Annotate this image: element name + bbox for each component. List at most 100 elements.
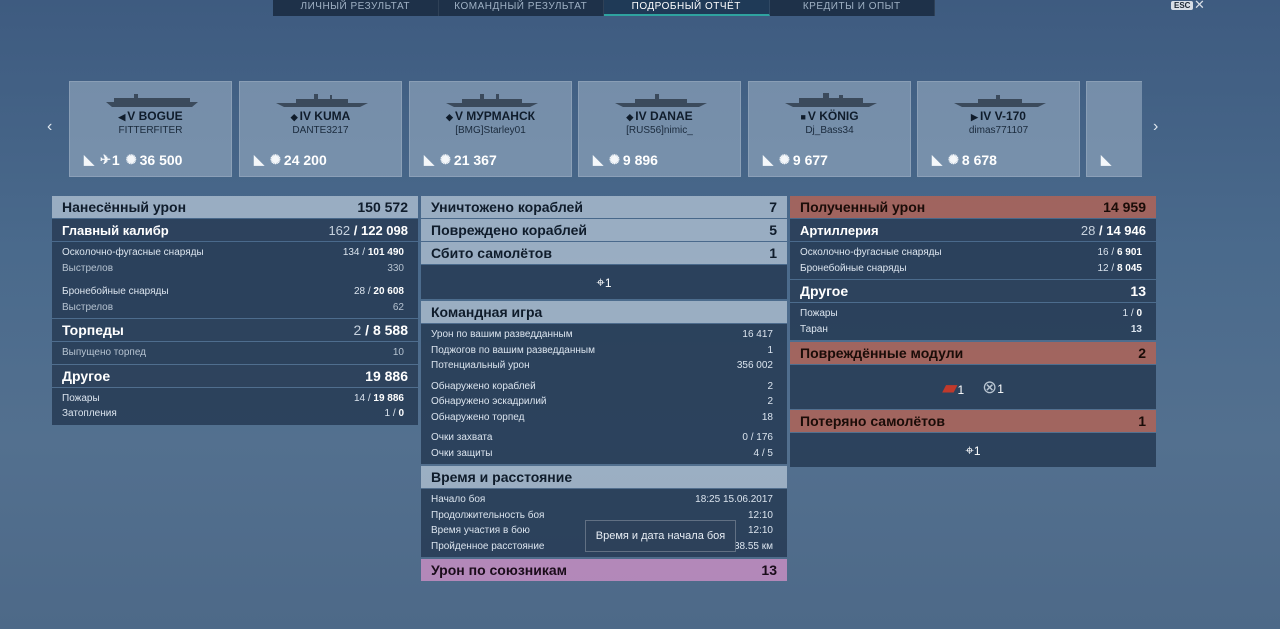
artillery-hits: 28	[1080, 222, 1096, 238]
sunk-ship-icon: ◣	[84, 152, 94, 167]
ship-card[interactable]: ■ V KÖNIG Dj_Bass34 ◣ ✺ 9 677	[748, 81, 911, 177]
artillery-damage: 14 946	[1106, 222, 1146, 238]
flooding-damage: 0	[398, 408, 404, 419]
damage-burst-icon: ✺	[125, 152, 137, 167]
he-shells-label: Осколочно-фугасные снаряды	[62, 247, 204, 258]
battle-start-row[interactable]: Начало боя 18:25 15.06.2017	[431, 492, 773, 508]
defense-points: 4 / 5	[753, 447, 773, 459]
steering-module-count: 1	[997, 381, 1004, 396]
ship-card[interactable]: ◆ IV KUMA DANTE3217 ◣ ✺ 24 200	[239, 81, 402, 177]
received-other: 13	[1130, 283, 1146, 299]
received-he-label: Осколочно-фугасные снаряды	[800, 247, 942, 258]
distance: 38.55 км	[733, 540, 773, 552]
ship-damage: 24 200	[283, 152, 327, 168]
ship-silhouette-icon	[106, 94, 198, 107]
planes-lost: 1	[1138, 413, 1146, 429]
ap-hits: 28	[353, 286, 366, 297]
player-name: FITTERFITER	[118, 125, 183, 136]
torpedoes-spotted-label: Обнаружено торпед	[431, 411, 525, 423]
sunk-ship-icon: ◣	[254, 152, 264, 167]
ap-shots-label: Выстрелов	[62, 301, 114, 313]
ship-silhouette-icon	[615, 94, 707, 107]
main-battery-label: Главный калибр	[62, 222, 169, 238]
ship-card[interactable]: ◣	[1086, 81, 1142, 177]
fires-count: 14	[353, 392, 366, 404]
other-dealt-damage: 19 886	[365, 367, 408, 384]
tab-detailed-report[interactable]: ПОДРОБНЫЙ ОТЧЁТ	[604, 0, 770, 16]
fires-damage: 19 886	[373, 392, 404, 404]
sunk-ship-icon: ◣	[424, 152, 434, 167]
received-fires-damage: 0	[1136, 308, 1142, 319]
carousel-prev-arrow-icon[interactable]: ‹	[47, 118, 52, 136]
capture-points: 0 / 176	[742, 432, 773, 443]
damage-burst-icon: ✺	[948, 152, 959, 167]
artillery-label: Артиллерия	[800, 222, 879, 238]
ship-card[interactable]: ◀ V BOGUE FITTERFITER ◣ ✈ 1 ✺ 36 500	[69, 81, 232, 177]
tab-team-result[interactable]: КОМАНДНЫЙ РЕЗУЛЬТАТ	[439, 0, 604, 16]
carousel-next-arrow-icon[interactable]: ›	[1153, 118, 1158, 136]
ship-name: V KÖNIG	[807, 109, 859, 123]
received-damage-title: Полученный урон	[800, 199, 926, 215]
received-fires-count: 1	[1122, 308, 1129, 319]
received-ap-damage: 8 045	[1116, 262, 1142, 274]
steering-module-icon: ⊗	[982, 376, 998, 397]
received-fires-label: Пожары	[800, 308, 838, 319]
planes-lost-label: Потеряно самолётов	[800, 413, 945, 429]
received-ap-hits: 12	[1097, 262, 1109, 274]
battle-start: 18:25 15.06.2017	[695, 494, 773, 505]
sunk-ship-icon: ◣	[593, 152, 603, 167]
ship-name: V BOGUE	[127, 109, 183, 123]
ship-carousel: ◀ V BOGUE FITTERFITER ◣ ✈ 1 ✺ 36 500 ◆ IV KU…	[69, 81, 1142, 178]
ships-damaged: 5	[769, 222, 777, 238]
ship-damage: 36 500	[139, 152, 183, 168]
player-name: [BMG]Starley01	[455, 125, 526, 136]
received-damage-total: 14 959	[1103, 199, 1146, 215]
dealt-damage-panel: Нанесённый урон 150 572 Главный калибр 162…	[52, 196, 418, 426]
ship-card[interactable]: ◆ V МУРМАНСК [BMG]Starley01 ◣ ✺ 21 367	[409, 81, 572, 177]
tab-credits-xp[interactable]: КРЕДИТЫ И ОПЫТ	[770, 0, 935, 16]
esc-key-hint: ESC	[1171, 1, 1194, 10]
ship-silhouette-icon	[446, 94, 538, 107]
flooding-count: 1	[384, 408, 391, 419]
ally-damage-label: Урон по союзникам	[431, 562, 567, 578]
ship-card[interactable]: ▶ IV V-170 dimas771107 ◣ ✺ 8 678	[917, 81, 1080, 177]
distance-label: Пройденное расстояние	[431, 540, 545, 552]
tab-personal-result[interactable]: ЛИЧНЫЙ РЕЗУЛЬТАТ	[273, 0, 439, 16]
ship-silhouette-icon	[276, 94, 368, 107]
sunk-ship-icon: ◣	[1101, 152, 1111, 167]
flooding-label: Затопления	[62, 408, 117, 419]
main-battery-hits: 162	[328, 222, 351, 238]
received-other-label: Другое	[800, 283, 849, 299]
engine-module-count: 1	[957, 382, 965, 397]
squadrons-spotted-label: Обнаружено эскадрилий	[431, 396, 547, 407]
ship-class-icon: ▶	[971, 112, 978, 122]
spotting-fires: 1	[767, 344, 773, 356]
ship-silhouette-icon	[954, 95, 1046, 107]
damage-burst-icon: ✺	[779, 152, 790, 167]
damage-burst-icon: ✺	[609, 152, 620, 167]
ap-shots: 62	[392, 301, 404, 313]
ship-class-icon: ■	[800, 112, 806, 122]
torpedoes-label: Торпеды	[62, 322, 124, 338]
ship-damage: 8 678	[961, 152, 997, 168]
planes-lost-icon-count: 1	[973, 443, 981, 458]
spotting-fires-label: Поджогов по вашим разведданным	[431, 344, 595, 356]
battle-duration-label: Продолжительность боя	[431, 509, 545, 521]
participation-time: 12:10	[747, 525, 773, 536]
player-name: dimas771107	[968, 125, 1029, 136]
capture-points-label: Очки захвата	[431, 432, 493, 443]
planes-shot: 1	[769, 245, 777, 261]
close-icon[interactable]: ✕	[1194, 0, 1205, 13]
ship-class-icon: ◀	[118, 112, 126, 122]
sunk-ship-icon: ◣	[932, 152, 942, 167]
spotting-damage: 16 417	[742, 329, 773, 340]
ship-card[interactable]: ◆ IV DANAE [RUS56]nimic_ ◣ ✺ 9 896	[578, 81, 741, 177]
main-battery-damage: 122 098	[361, 222, 408, 238]
ship-name: IV KUMA	[299, 109, 351, 123]
spotting-damage-label: Урон по вашим разведданным	[431, 329, 573, 340]
damage-burst-icon: ✺	[440, 152, 451, 167]
ships-destroyed: 7	[769, 199, 777, 215]
he-shots: 330	[387, 262, 404, 274]
ship-damage: 9 677	[792, 152, 828, 168]
ship-damage: 9 896	[622, 152, 658, 168]
